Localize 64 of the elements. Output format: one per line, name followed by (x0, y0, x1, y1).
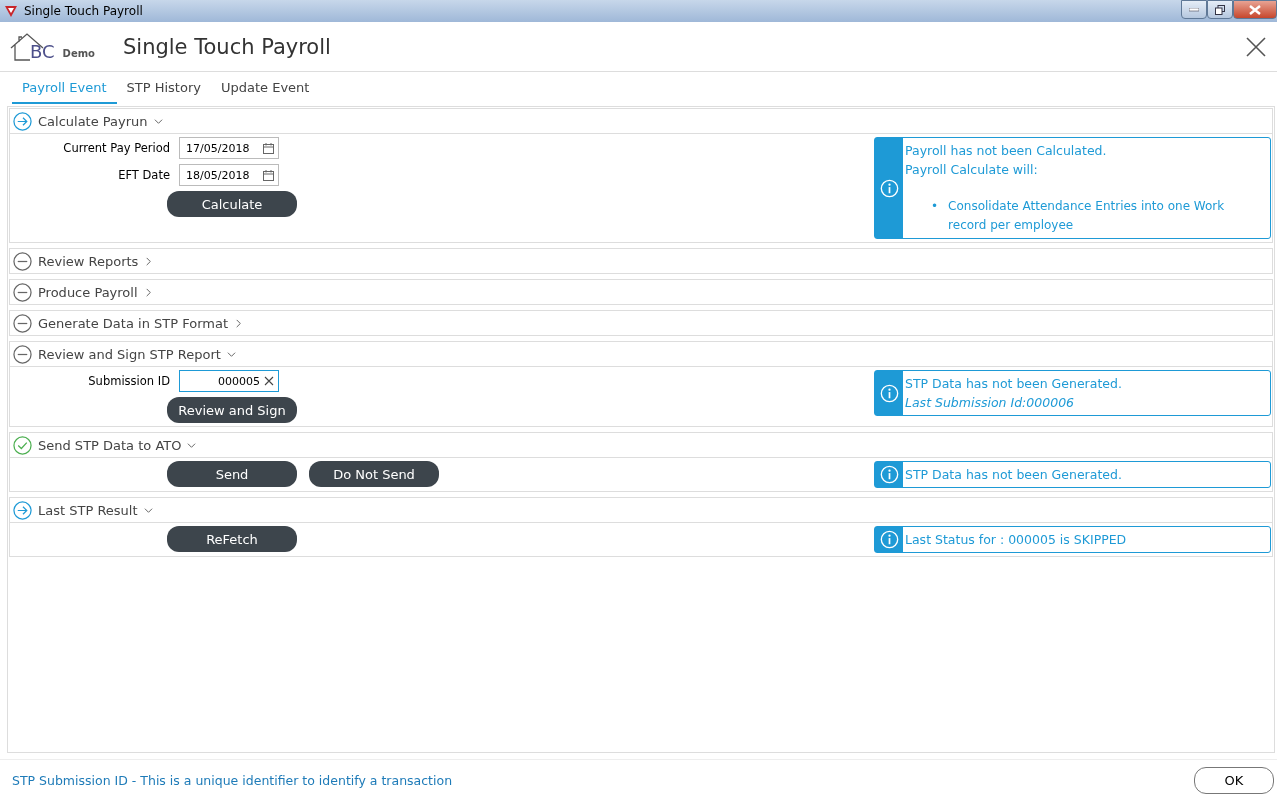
logo-text: BC (30, 41, 55, 62)
input-field[interactable]: 000005 (179, 370, 279, 392)
date-field[interactable]: 17/05/2018 (179, 137, 279, 159)
close-icon (1245, 35, 1267, 58)
info-text: Payroll Calculate will: (905, 161, 1039, 179)
info-text: STP Data has not been Generated. (905, 466, 1123, 484)
restore-icon (1215, 4, 1225, 15)
chevron-down-icon[interactable] (226, 349, 236, 359)
chevron-right-icon[interactable] (144, 256, 154, 266)
section-title[interactable]: Produce Payroll (38, 284, 138, 300)
section-title[interactable]: Last STP Result (38, 502, 138, 518)
info-icon (879, 465, 899, 484)
info-bullet: Consolidate Attendance Entries into one Work record per employee (948, 198, 1226, 234)
chevron-down-icon[interactable] (143, 505, 153, 515)
arrow-circle-icon (13, 500, 32, 520)
close-button[interactable] (1245, 35, 1267, 58)
field-label: Current Pay Period (62, 141, 170, 155)
info-text: Last Status for : 000005 is SKIPPED (905, 531, 1128, 549)
logo-caption: Demo (62, 47, 95, 60)
info-text: STP Data has not been Generated. (905, 375, 1123, 393)
section-title[interactable]: Review Reports (38, 253, 139, 269)
ok-button[interactable]: OK (1194, 766, 1274, 794)
clear-icon[interactable] (264, 376, 274, 386)
restore-button[interactable] (1207, 0, 1233, 19)
action-button[interactable]: Calculate (167, 191, 297, 217)
bullet-marker: • (931, 198, 939, 215)
minimize-button[interactable] (1181, 0, 1207, 19)
minus-circle-icon (13, 251, 32, 271)
tab[interactable]: Update Event (210, 72, 320, 104)
arrow-circle-icon (13, 111, 32, 131)
minus-circle-icon (13, 344, 32, 364)
close-button[interactable] (1233, 0, 1277, 19)
section-title[interactable]: Generate Data in STP Format (38, 315, 228, 331)
minus-circle-icon (13, 313, 32, 333)
page-title: Single Touch Payroll (123, 34, 332, 59)
calendar-icon[interactable] (263, 142, 274, 154)
action-button[interactable]: ReFetch (167, 526, 297, 552)
tab[interactable]: STP History (116, 72, 211, 104)
chevron-right-icon[interactable] (143, 287, 153, 297)
section-title[interactable]: Calculate Payrun (38, 113, 148, 129)
check-circle-icon (13, 435, 32, 455)
section-title[interactable]: Send STP Data to ATO (38, 437, 182, 453)
section-title[interactable]: Review and Sign STP Report (38, 346, 221, 362)
minus-circle-icon (13, 282, 32, 302)
calendar-icon[interactable] (263, 169, 274, 181)
action-button[interactable]: Send (167, 461, 297, 487)
date-field[interactable]: 18/05/2018 (179, 164, 279, 186)
info-icon (879, 383, 899, 403)
close-icon (1249, 4, 1261, 15)
window-title: Single Touch Payroll (24, 4, 144, 18)
info-text: Payroll has not been Calculated. (905, 142, 1108, 160)
hint-text: STP Submission ID - This is a unique identifier to identify a transaction (12, 772, 453, 788)
chevron-right-icon[interactable] (234, 318, 243, 328)
field-label: Submission ID (87, 374, 170, 388)
field-label: EFT Date (117, 168, 170, 182)
action-button[interactable]: Do Not Send (309, 461, 439, 487)
minimize-icon (1189, 7, 1199, 12)
chevron-down-icon[interactable] (153, 116, 163, 126)
info-icon (879, 530, 899, 549)
app-icon (4, 4, 18, 18)
info-text: Last Submission Id:000006 (905, 394, 1076, 412)
action-button[interactable]: Review and Sign (167, 397, 297, 423)
info-icon (879, 178, 899, 198)
chevron-down-icon[interactable] (187, 440, 197, 450)
